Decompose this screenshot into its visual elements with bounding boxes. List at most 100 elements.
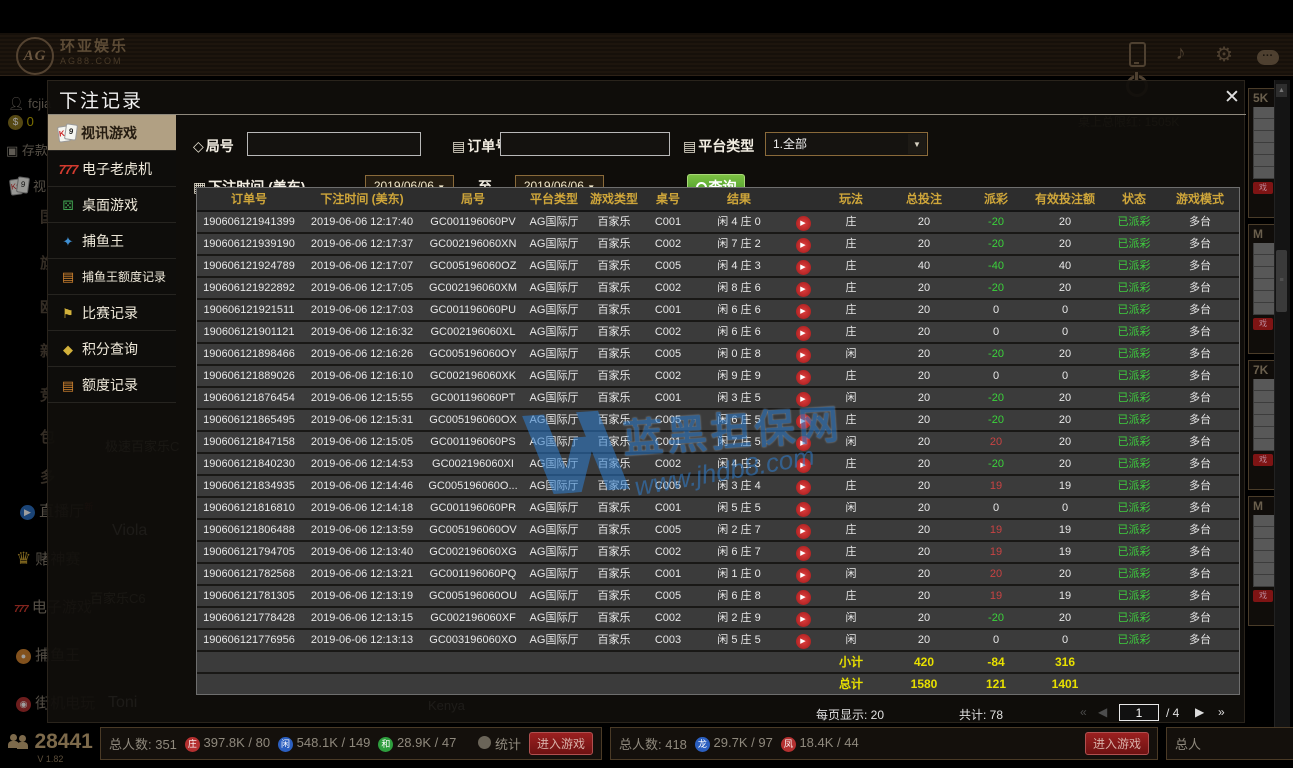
banker-badge: 庄: [185, 737, 200, 752]
table-row: 1906061219247892019-06-06 12:17:07GC0051…: [197, 256, 1239, 278]
platform-type-select[interactable]: 1.全部 ▼: [765, 132, 928, 156]
video-play-icon[interactable]: ▶: [796, 502, 811, 517]
bg-room-card: M戏: [1248, 224, 1275, 354]
table-row: 1906061217825682019-06-06 12:13:21GC0011…: [197, 564, 1239, 586]
online-count-block: 28441 V 1.82: [8, 730, 93, 764]
mobile-icon[interactable]: [1118, 42, 1156, 73]
table-row: 1906061219391902019-06-06 12:17:37GC0021…: [197, 234, 1239, 256]
sidebar-item-deposit[interactable]: ▣ 存款: [6, 140, 48, 159]
page-number-input[interactable]: 1: [1119, 704, 1159, 721]
chat-icon[interactable]: ···: [1249, 42, 1287, 65]
close-icon[interactable]: ✕: [1220, 86, 1244, 110]
platform-selected-value: 1.全部: [773, 137, 807, 151]
modal-tab-credit-records[interactable]: ▤额度记录: [48, 367, 176, 403]
list-icon: ▤: [683, 138, 696, 154]
enter-game-button[interactable]: 进入游戏: [529, 732, 593, 755]
video-play-icon[interactable]: ▶: [796, 480, 811, 495]
bet-table-body: 1906061219413992019-06-06 12:17:40GC0011…: [197, 212, 1239, 694]
modal-tab-fishing-credit[interactable]: ▤捕鱼王额度记录: [48, 259, 176, 295]
last-page-icon[interactable]: »: [1218, 705, 1225, 719]
video-play-icon[interactable]: ▶: [796, 304, 811, 319]
table-row: 1906061219413992019-06-06 12:17:40GC0011…: [197, 212, 1239, 234]
video-play-icon[interactable]: ▶: [796, 282, 811, 297]
table-row: 1906061219228922019-06-06 12:17:05GC0021…: [197, 278, 1239, 300]
scrollbar-thumb[interactable]: ≡: [1276, 250, 1287, 312]
modal-tab-video-games[interactable]: K♥9视讯游戏: [48, 115, 176, 151]
dragon-badge: 龙: [695, 737, 710, 752]
column-header-order: 订单号: [197, 188, 301, 210]
phoenix-badge: 凤: [781, 737, 796, 752]
video-play-icon[interactable]: ▶: [796, 392, 811, 407]
video-play-icon[interactable]: ▶: [796, 414, 811, 429]
next-page-icon[interactable]: ▶: [1195, 705, 1204, 719]
round-number-input[interactable]: [247, 132, 421, 156]
player-total: 总人数: 351: [109, 734, 177, 753]
subtotal-row: 小计420-84316: [197, 652, 1239, 674]
prev-page-icon[interactable]: ◀: [1098, 705, 1107, 719]
video-play-icon[interactable]: ▶: [796, 260, 811, 275]
player-badge: 闲: [278, 737, 293, 752]
per-page-label: 每页显示: 20: [816, 706, 884, 723]
avatar: 👤︎: [8, 96, 25, 111]
slots-777-icon: 777: [14, 604, 28, 615]
column-header-round: 局号: [423, 188, 523, 210]
scrollbar-track[interactable]: [1274, 80, 1290, 756]
bet-records-modal: 下注记录 ✕ K♥9视讯游戏 777电子老虎机 ⚄桌面游戏 ✦捕鱼王 ▤捕鱼王额…: [47, 80, 1245, 723]
ag-logo: AG: [16, 37, 54, 75]
player-total-fragment: 总人: [1175, 734, 1201, 753]
video-play-icon[interactable]: ▶: [796, 634, 811, 649]
version-label: V 1.82: [8, 754, 93, 764]
column-header-icon: [785, 188, 821, 210]
sidebar-item-video[interactable]: K♥9视: [10, 176, 46, 195]
scroll-up-icon[interactable]: ▲: [1276, 84, 1287, 97]
stats-label[interactable]: 统计: [495, 737, 521, 752]
column-header-play: 玩法: [821, 188, 881, 210]
column-header-payout: 派彩: [967, 188, 1025, 210]
video-play-icon[interactable]: ▶: [796, 612, 811, 627]
clipboard-icon: ▤: [452, 138, 465, 154]
settings-gear-icon[interactable]: ⚙: [1205, 42, 1243, 67]
player-total: 总人数: 418: [619, 734, 687, 753]
modal-tab-table-games[interactable]: ⚄桌面游戏: [48, 187, 176, 223]
total-count-label: 共计: 78: [959, 706, 1003, 723]
video-play-icon[interactable]: ▶: [796, 326, 811, 341]
video-play-icon[interactable]: ▶: [796, 436, 811, 451]
modal-tab-points[interactable]: ◆积分查询: [48, 331, 176, 367]
modal-tab-slots[interactable]: 777电子老虎机: [48, 151, 176, 187]
bg-room-card: 5K戏: [1248, 88, 1275, 218]
video-play-icon[interactable]: ▶: [796, 590, 811, 605]
bg-enter-button: 戏: [1253, 590, 1273, 602]
video-play-icon[interactable]: ▶: [796, 370, 811, 385]
joystick-icon: ◉: [16, 697, 31, 712]
table-row: 1906061218654952019-06-06 12:15:31GC0051…: [197, 410, 1239, 432]
modal-tab-fishing[interactable]: ✦捕鱼王: [48, 223, 176, 259]
column-header-bet: 总投注: [881, 188, 967, 210]
table-row: 1906061219215112019-06-06 12:17:03GC0011…: [197, 300, 1239, 322]
music-icon[interactable]: ♪: [1162, 42, 1200, 65]
modal-titlebar: 下注记录 ✕: [48, 81, 1246, 115]
order-number-input[interactable]: [500, 132, 670, 156]
bg-enter-button: 戏: [1253, 318, 1273, 330]
tag-icon: ◇: [193, 138, 204, 154]
video-play-icon[interactable]: ▶: [796, 238, 811, 253]
column-header-time: 下注时间 (美东): [301, 188, 423, 210]
video-play-icon[interactable]: ▶: [796, 546, 811, 561]
bet-table-header: 订单号下注时间 (美东)局号平台类型游戏类型桌号结果玩法总投注派彩有效投注额状态…: [197, 188, 1239, 212]
table-row: 1906061219011212019-06-06 12:16:32GC0021…: [197, 322, 1239, 344]
stats-icon[interactable]: [478, 736, 491, 749]
video-play-icon[interactable]: ▶: [796, 524, 811, 539]
room-stats-panel-2: 总人数: 418 龙 29.7K / 97 凤 18.4K / 44 进入游戏: [610, 727, 1158, 760]
video-play-icon[interactable]: ▶: [796, 216, 811, 231]
live-play-icon: ▶: [20, 505, 35, 520]
modal-tab-match-records[interactable]: ⚑比赛记录: [48, 295, 176, 331]
video-play-icon[interactable]: ▶: [796, 568, 811, 583]
table-row: 1906061218471582019-06-06 12:15:05GC0011…: [197, 432, 1239, 454]
enter-game-button[interactable]: 进入游戏: [1085, 732, 1149, 755]
video-play-icon[interactable]: ▶: [796, 458, 811, 473]
people-icon: [8, 734, 30, 750]
video-play-icon[interactable]: ▶: [796, 348, 811, 363]
tie-badge: 和: [378, 737, 393, 752]
trophy-icon: ♛: [16, 549, 31, 568]
first-page-icon[interactable]: «: [1080, 705, 1087, 719]
dice-icon: ⚄: [58, 188, 78, 224]
